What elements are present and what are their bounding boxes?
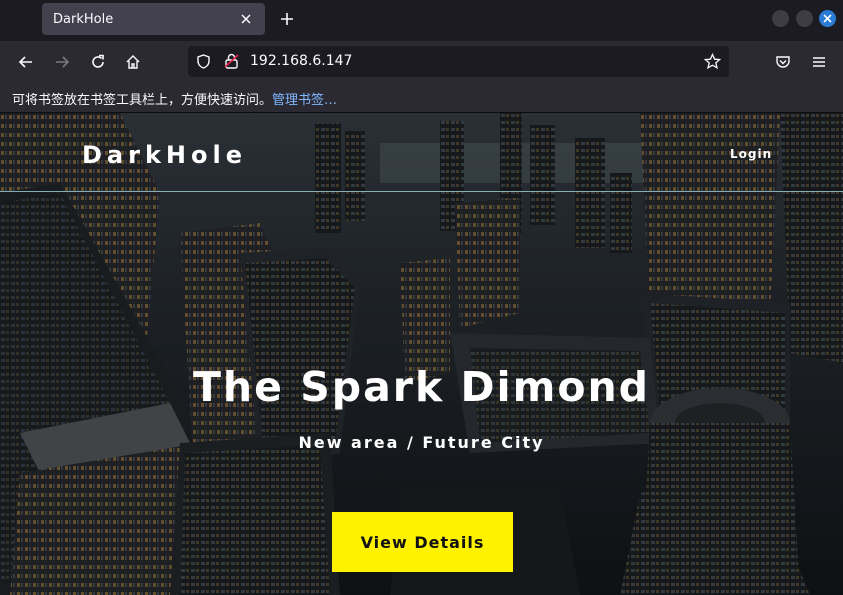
- pocket-icon: [776, 56, 790, 68]
- close-window-button[interactable]: [819, 10, 836, 27]
- hero-title: The Spark Dimond: [192, 363, 651, 411]
- tab-bar: DarkHole: [0, 0, 843, 41]
- close-icon: [823, 14, 832, 23]
- minimize-button[interactable]: [772, 10, 789, 27]
- new-tab-icon[interactable]: [276, 8, 298, 30]
- web-page: DarkHole Login The Spark Dimond New area…: [0, 113, 843, 595]
- shield-icon[interactable]: [196, 54, 211, 69]
- reload-icon: [92, 54, 104, 68]
- close-tab-icon[interactable]: [236, 9, 256, 29]
- site-brand-logo[interactable]: DarkHole: [82, 141, 247, 169]
- back-arrow-icon: [18, 56, 32, 68]
- tab-darkhole[interactable]: DarkHole: [42, 3, 265, 35]
- login-link[interactable]: Login: [730, 147, 772, 161]
- tab-title: DarkHole: [53, 11, 114, 27]
- bookmark-star-icon[interactable]: [704, 53, 721, 70]
- maximize-button[interactable]: [796, 10, 813, 27]
- back-button[interactable]: [13, 49, 39, 75]
- navigation-toolbar: 192.168.6.147: [0, 41, 843, 82]
- reload-button[interactable]: [85, 49, 111, 75]
- header-divider: [0, 191, 843, 192]
- pocket-button[interactable]: [770, 49, 796, 75]
- hero-subtitle: New area / Future City: [298, 433, 545, 452]
- home-icon: [126, 55, 140, 69]
- menu-button[interactable]: [806, 49, 832, 75]
- hamburger-menu-icon: [813, 57, 825, 67]
- url-bar[interactable]: 192.168.6.147: [188, 46, 729, 77]
- bookmarks-hint: 可将书签放在书签工具栏上，方便快速访问。: [12, 93, 273, 108]
- view-details-button[interactable]: View Details: [332, 512, 513, 572]
- forward-button[interactable]: [49, 49, 75, 75]
- forward-arrow-icon: [56, 56, 70, 68]
- url-text[interactable]: 192.168.6.147: [250, 53, 352, 69]
- home-button[interactable]: [120, 49, 146, 75]
- bookmarks-toolbar: 可将书签放在书签工具栏上，方便快速访问。管理书签…: [0, 82, 843, 113]
- insecure-lock-icon[interactable]: [224, 53, 239, 69]
- browser-window: DarkHole 192.168.6.147 可将书签放在书签工具栏上，方便快速…: [0, 0, 843, 595]
- manage-bookmarks-link[interactable]: 管理书签…: [272, 93, 337, 108]
